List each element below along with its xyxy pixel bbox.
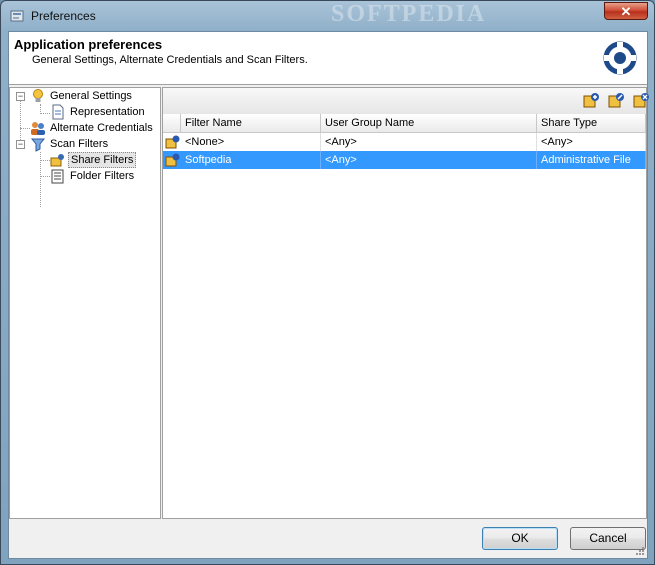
tree-item-label: General Settings (50, 90, 132, 102)
share-filter-icon (165, 135, 180, 149)
table-row[interactable]: Softpedia <Any> Administrative File (163, 151, 646, 169)
collapse-scan-filters[interactable]: − (16, 140, 25, 149)
column-share-type[interactable]: Share Type (537, 114, 646, 132)
resize-grip-icon[interactable] (635, 546, 645, 556)
cell-share-type: <Any> (537, 133, 646, 151)
table-row[interactable]: <None> <Any> <Any> (163, 133, 646, 151)
column-user-group-name[interactable]: User Group Name (321, 114, 537, 132)
share-filter-icon (50, 154, 64, 167)
close-icon: ✕ (620, 4, 632, 19)
header-panel: Application preferences General Settings… (9, 32, 647, 85)
tree-line (40, 113, 50, 114)
add-filter-icon[interactable] (582, 92, 600, 110)
lightbulb-icon (33, 89, 43, 102)
folder-filter-icon (51, 169, 64, 184)
cell-share-type: Administrative File (537, 151, 646, 169)
preferences-app-icon (10, 10, 24, 22)
tree-item-label: Representation (70, 106, 145, 118)
tree-line (40, 160, 50, 161)
delete-filter-icon[interactable] (632, 92, 650, 110)
preferences-window: Preferences SOFTPEDIA ✕ Application pref… (0, 0, 655, 565)
tree-item-label: Alternate Credentials (50, 122, 153, 134)
cell-filter-name: <None> (181, 133, 321, 151)
tree-item-label: Share Filters (68, 152, 137, 168)
document-icon (52, 104, 64, 120)
column-filter-name[interactable]: Filter Name (181, 114, 321, 132)
cell-user-group: <Any> (321, 151, 537, 169)
header-subtitle: General Settings, Alternate Credentials … (32, 54, 308, 66)
users-icon (31, 122, 45, 135)
edit-filter-icon[interactable] (607, 92, 625, 110)
grid-header-icon-col (163, 114, 181, 132)
cell-user-group: <Any> (321, 133, 537, 151)
cell-filter-name: Softpedia (181, 151, 321, 169)
grid-header: Filter Name User Group Name Share Type (163, 114, 646, 133)
tree-item-label: Folder Filters (70, 170, 135, 182)
window-title: Preferences (31, 9, 96, 23)
title-bar[interactable]: Preferences SOFTPEDIA ✕ (1, 1, 654, 31)
filters-toolbar (163, 88, 649, 114)
dialog-client-area: Application preferences General Settings… (8, 31, 649, 559)
tree-line (20, 128, 30, 129)
tree-line (40, 176, 50, 177)
ok-button[interactable]: OK (482, 527, 558, 550)
header-title: Application preferences (14, 37, 163, 52)
settings-tree[interactable]: − General Settings Representation Altern… (9, 87, 161, 519)
filters-pane: Filter Name User Group Name Share Type <… (162, 87, 649, 519)
share-filter-icon (165, 153, 180, 167)
filter-icon (30, 138, 46, 152)
tree-item-label: Scan Filters (50, 138, 109, 150)
app-logo-icon (603, 41, 637, 75)
collapse-general-settings[interactable]: − (16, 92, 25, 101)
watermark: SOFTPEDIA (331, 1, 487, 27)
close-button[interactable]: ✕ (604, 2, 648, 20)
tree-line (20, 100, 21, 140)
